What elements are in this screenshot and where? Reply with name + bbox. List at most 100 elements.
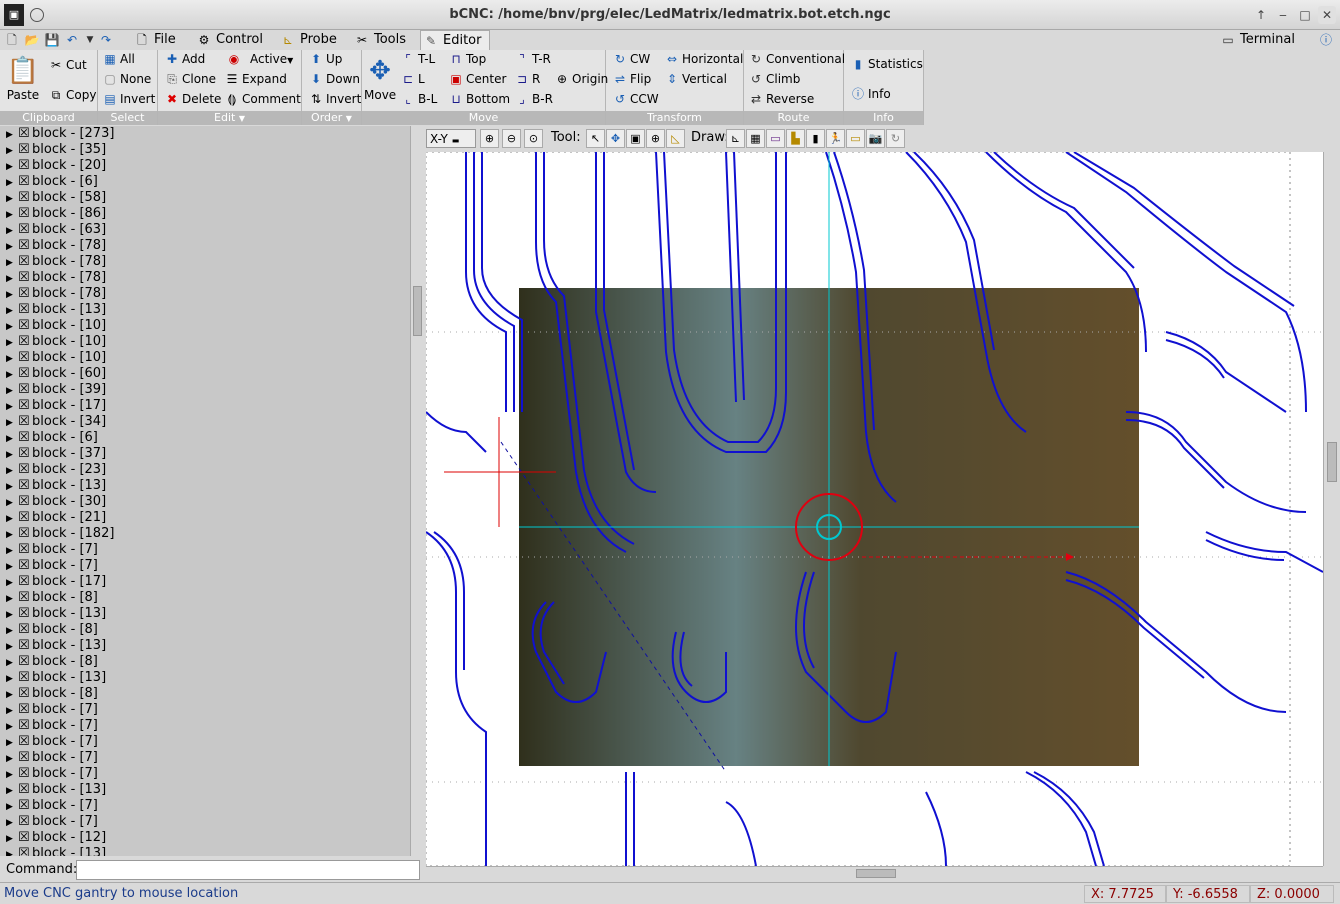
block-row[interactable]: ▶ ☒ block - [6]: [0, 174, 410, 190]
draw-axes-icon[interactable]: ⊾: [726, 129, 745, 148]
block-row[interactable]: ▶ ☒ block - [13]: [0, 670, 410, 686]
block-row[interactable]: ▶ ☒ block - [8]: [0, 654, 410, 670]
expand-arrow-icon[interactable]: ▶: [6, 751, 18, 767]
expand-arrow-icon[interactable]: ▶: [6, 831, 18, 847]
block-row[interactable]: ▶ ☒ block - [13]: [0, 846, 410, 856]
expand-arrow-icon[interactable]: ▶: [6, 287, 18, 303]
delete-button[interactable]: ✖ Delete: [164, 90, 221, 108]
enabled-checkbox-icon[interactable]: ☒: [18, 206, 32, 222]
block-list-scroll-thumb[interactable]: [413, 286, 422, 336]
gcode-canvas[interactable]: [426, 152, 1323, 866]
move-r-button[interactable]: ⊐ R: [514, 70, 540, 88]
move-bottom-button[interactable]: ⊔ Bottom: [448, 90, 510, 108]
expand-arrow-icon[interactable]: ▶: [6, 463, 18, 479]
expand-arrow-icon[interactable]: ▶: [6, 367, 18, 383]
expand-arrow-icon[interactable]: ▶: [6, 447, 18, 463]
block-row[interactable]: ▶ ☒ block - [78]: [0, 254, 410, 270]
block-row[interactable]: ▶ ☒ block - [20]: [0, 158, 410, 174]
enabled-checkbox-icon[interactable]: ☒: [18, 126, 32, 142]
new-file-icon[interactable]: 🗋: [4, 32, 20, 48]
enabled-checkbox-icon[interactable]: ☒: [18, 238, 32, 254]
zoom-out-icon[interactable]: ⊖: [502, 129, 521, 148]
canvas-vertical-scrollbar[interactable]: [1323, 152, 1340, 866]
block-row[interactable]: ▶ ☒ block - [78]: [0, 286, 410, 302]
block-row[interactable]: ▶ ☒ block - [7]: [0, 718, 410, 734]
redraw-icon[interactable]: ↻: [886, 129, 905, 148]
block-row[interactable]: ▶ ☒ block - [13]: [0, 302, 410, 318]
minimize-icon[interactable]: ‒: [1274, 6, 1292, 24]
draw-grid-icon[interactable]: ▦: [746, 129, 765, 148]
enabled-checkbox-icon[interactable]: ☒: [18, 686, 32, 702]
expand-arrow-icon[interactable]: ▶: [6, 559, 18, 575]
block-row[interactable]: ▶ ☒ block - [30]: [0, 494, 410, 510]
mirror-vertical-button[interactable]: ⇕ Vertical: [664, 70, 727, 88]
enabled-checkbox-icon[interactable]: ☒: [18, 798, 32, 814]
expand-arrow-icon[interactable]: ▶: [6, 431, 18, 447]
cut-button[interactable]: ✂ Cut: [48, 56, 87, 74]
block-row[interactable]: ▶ ☒ block - [13]: [0, 638, 410, 654]
block-row[interactable]: ▶ ☒ block - [7]: [0, 766, 410, 782]
enabled-checkbox-icon[interactable]: ☒: [18, 782, 32, 798]
enabled-checkbox-icon[interactable]: ☒: [18, 350, 32, 366]
expand-arrow-icon[interactable]: ▶: [6, 703, 18, 719]
enabled-checkbox-icon[interactable]: ☒: [18, 270, 32, 286]
enabled-checkbox-icon[interactable]: ☒: [18, 478, 32, 494]
save-icon[interactable]: 💾: [44, 32, 60, 48]
reverse-button[interactable]: ⇄ Reverse: [748, 90, 814, 108]
move-button[interactable]: ✥ Move: [364, 54, 396, 102]
enabled-checkbox-icon[interactable]: ☒: [18, 366, 32, 382]
enabled-checkbox-icon[interactable]: ☒: [18, 702, 32, 718]
move-bl-button[interactable]: ⌞ B-L: [400, 90, 437, 108]
enabled-checkbox-icon[interactable]: ☒: [18, 286, 32, 302]
block-row[interactable]: ▶ ☒ block - [58]: [0, 190, 410, 206]
move-br-button[interactable]: ⌟ B-R: [514, 90, 553, 108]
order-invert-button[interactable]: ⇅ Invert: [308, 90, 361, 108]
expand-arrow-icon[interactable]: ▶: [6, 143, 18, 159]
undo-menu-icon[interactable]: ▼: [82, 32, 98, 48]
keep-above-icon[interactable]: ↑: [1252, 6, 1270, 24]
select-none-button[interactable]: ▢ None: [102, 70, 151, 88]
statistics-button[interactable]: ▮ Statistics: [850, 55, 923, 73]
enabled-checkbox-icon[interactable]: ☒: [18, 734, 32, 750]
enabled-checkbox-icon[interactable]: ☒: [18, 142, 32, 158]
block-row[interactable]: ▶ ☒ block - [78]: [0, 238, 410, 254]
tab-tools[interactable]: ✂ Tools: [352, 30, 418, 50]
enabled-checkbox-icon[interactable]: ☒: [18, 318, 32, 334]
rotate-ccw-button[interactable]: ↺ CCW: [612, 90, 659, 108]
expand-arrow-icon[interactable]: ▶: [6, 639, 18, 655]
enabled-checkbox-icon[interactable]: ☒: [18, 718, 32, 734]
enabled-checkbox-icon[interactable]: ☒: [18, 334, 32, 350]
block-row[interactable]: ▶ ☒ block - [7]: [0, 702, 410, 718]
enabled-checkbox-icon[interactable]: ☒: [18, 430, 32, 446]
undo-icon[interactable]: ↶: [64, 32, 80, 48]
select-all-button[interactable]: ▦ All: [102, 50, 135, 68]
edit-group-label[interactable]: Edit ▼: [158, 111, 301, 125]
enabled-checkbox-icon[interactable]: ☒: [18, 446, 32, 462]
rotate-cw-button[interactable]: ↻ CW: [612, 50, 650, 68]
enabled-checkbox-icon[interactable]: ☒: [18, 398, 32, 414]
block-row[interactable]: ▶ ☒ block - [34]: [0, 414, 410, 430]
enabled-checkbox-icon[interactable]: ☒: [18, 606, 32, 622]
move-tl-button[interactable]: ⌜ T-L: [400, 50, 435, 68]
expand-arrow-icon[interactable]: ▶: [6, 175, 18, 191]
block-row[interactable]: ▶ ☒ block - [21]: [0, 510, 410, 526]
enabled-checkbox-icon[interactable]: ☒: [18, 574, 32, 590]
expand-arrow-icon[interactable]: ▶: [6, 655, 18, 671]
expand-arrow-icon[interactable]: ▶: [6, 847, 18, 856]
ruler-tool-icon[interactable]: ◺: [666, 129, 685, 148]
canvas-horizontal-scrollbar[interactable]: [426, 866, 1323, 880]
expand-arrow-icon[interactable]: ▶: [6, 335, 18, 351]
draw-workarea-icon[interactable]: ▮: [806, 129, 825, 148]
block-row[interactable]: ▶ ☒ block - [23]: [0, 462, 410, 478]
expand-arrow-icon[interactable]: ▶: [6, 495, 18, 511]
expand-arrow-icon[interactable]: ▶: [6, 527, 18, 543]
redo-icon[interactable]: ↷: [98, 32, 114, 48]
expand-arrow-icon[interactable]: ▶: [6, 399, 18, 415]
draw-rapid-icon[interactable]: 🏃: [826, 129, 845, 148]
expand-arrow-icon[interactable]: ▶: [6, 479, 18, 495]
info-button[interactable]: ⓘ Info: [850, 85, 891, 103]
tab-control[interactable]: ⚙ Control: [194, 30, 270, 50]
expand-arrow-icon[interactable]: ▶: [6, 319, 18, 335]
enabled-checkbox-icon[interactable]: ☒: [18, 622, 32, 638]
move-l-button[interactable]: ⊏ L: [400, 70, 425, 88]
